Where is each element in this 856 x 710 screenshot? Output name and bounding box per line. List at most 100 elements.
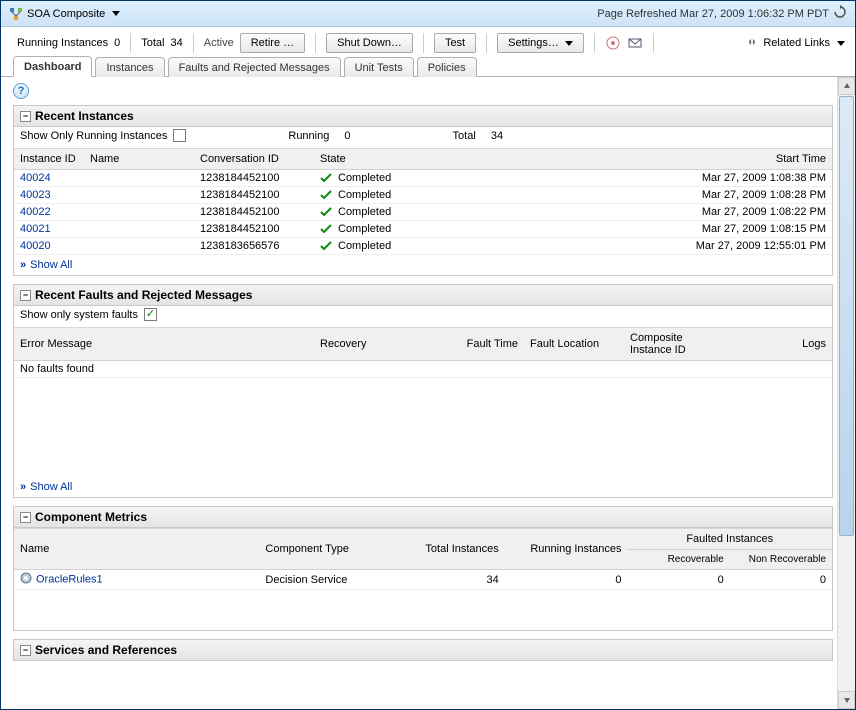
retire-button[interactable]: Retire … [240,33,305,53]
instance-id-link[interactable]: 40023 [20,189,51,201]
table-row: OracleRules1Decision Service34000 [14,570,832,590]
services-references-section: − Services and References [13,639,833,661]
check-ok-icon [320,189,332,201]
component-metrics-title: Component Metrics [35,510,147,524]
app-title-menu-icon[interactable] [112,11,120,16]
total-label: Total [453,130,476,142]
show-all-label: Show All [30,481,72,493]
state-text: Completed [338,223,391,235]
col-cm-total[interactable]: Total Instances [392,529,504,570]
state-text: Completed [338,172,391,184]
instance-name [84,221,194,238]
col-state[interactable]: State [314,149,464,170]
total-label: Total [141,37,164,49]
col-instance-id[interactable]: Instance ID [14,149,84,170]
col-name[interactable]: Name [84,149,194,170]
settings-button[interactable]: Settings… [497,33,584,53]
tab-unit-tests[interactable]: Unit Tests [344,57,414,77]
col-fault-time[interactable]: Fault Time [424,328,524,361]
state-text: Completed [338,206,391,218]
recent-instances-table: Instance ID Name Conversation ID State S… [14,148,832,255]
tab-instances[interactable]: Instances [95,57,164,77]
conversation-id: 1238184452100 [194,170,314,187]
vertical-scrollbar[interactable] [837,77,855,709]
tab-faults[interactable]: Faults and Rejected Messages [168,57,341,77]
instance-id-link[interactable]: 40021 [20,223,51,235]
start-time: Mar 27, 2009 12:55:01 PM [464,238,832,255]
scroll-down-arrow[interactable] [838,691,855,709]
test-button[interactable]: Test [434,33,476,53]
col-cm-faulted[interactable]: Faulted Instances [627,529,832,550]
running-instances-value: 0 [114,37,120,49]
col-logs[interactable]: Logs [724,328,832,361]
scrollbar-track[interactable] [838,537,855,691]
collapse-icon[interactable]: − [20,290,31,301]
table-row: 400231238184452100CompletedMar 27, 2009 … [14,187,832,204]
instance-name [84,170,194,187]
link-icon [745,35,759,52]
col-cm-name[interactable]: Name [14,529,259,570]
related-links-button[interactable]: Related Links [763,37,830,49]
col-error-message[interactable]: Error Message [14,328,314,361]
show-system-faults-checkbox[interactable] [144,308,157,321]
component-type: Decision Service [259,570,392,590]
col-cm-non-recoverable[interactable]: Non Recoverable [730,550,832,570]
state-text: Completed [338,189,391,201]
collapse-icon[interactable]: − [20,512,31,523]
show-only-running-label: Show Only Running Instances [20,130,167,142]
show-system-faults-label: Show only system faults [20,309,138,321]
non-recoverable: 0 [730,570,832,590]
running-value: 0 [344,130,350,142]
show-only-running-checkbox[interactable] [173,129,186,142]
collapse-icon[interactable]: − [20,645,31,656]
target-icon[interactable] [605,35,621,51]
col-conversation-id[interactable]: Conversation ID [194,149,314,170]
start-time: Mar 27, 2009 1:08:28 PM [464,187,832,204]
scrollbar-thumb[interactable] [839,96,854,536]
show-all-instances[interactable]: » Show All [14,255,832,275]
col-start-time[interactable]: Start Time [464,149,832,170]
email-icon[interactable] [627,35,643,51]
scroll-up-arrow[interactable] [838,77,855,95]
check-ok-icon [320,240,332,252]
show-all-faults[interactable]: » Show All [14,477,832,497]
table-row: 400221238184452100CompletedMar 27, 2009 … [14,204,832,221]
instance-id-link[interactable]: 40024 [20,172,51,184]
check-ok-icon [320,172,332,184]
start-time: Mar 27, 2009 1:08:38 PM [464,170,832,187]
component-link[interactable]: OracleRules1 [36,573,103,585]
instance-name [84,238,194,255]
shutdown-button[interactable]: Shut Down… [326,33,413,53]
col-cm-recoverable[interactable]: Recoverable [627,550,729,570]
action-bar: Running Instances 0 Total 34 Active Reti… [1,27,855,55]
tab-policies[interactable]: Policies [417,57,477,77]
col-recovery[interactable]: Recovery [314,328,424,361]
component-metrics-table: Name Component Type Total Instances Runn… [14,528,832,590]
col-fault-location[interactable]: Fault Location [524,328,624,361]
conversation-id: 1238183656576 [194,238,314,255]
app-title[interactable]: SOA Composite [27,8,105,20]
settings-button-label: Settings… [508,37,559,49]
component-metrics-section: − Component Metrics Name Component Type … [13,506,833,631]
tab-dashboard[interactable]: Dashboard [13,56,92,77]
tab-strip: Dashboard Instances Faults and Rejected … [1,55,855,77]
page-refresh-text: Page Refreshed Mar 27, 2009 1:06:32 PM P… [597,8,829,20]
total-value: 34 [171,37,183,49]
col-composite-instance-id[interactable]: Composite Instance ID [624,328,724,361]
instance-name [84,187,194,204]
instance-id-link[interactable]: 40022 [20,206,51,218]
check-ok-icon [320,206,332,218]
col-cm-running[interactable]: Running Instances [505,529,628,570]
chevron-down-icon[interactable] [837,41,845,46]
table-row: 400201238183656576CompletedMar 27, 2009 … [14,238,832,255]
help-icon[interactable]: ? [13,83,29,99]
check-ok-icon [320,223,332,235]
gear-icon [20,572,32,587]
refresh-icon[interactable] [833,5,847,22]
col-cm-component-type[interactable]: Component Type [259,529,392,570]
collapse-icon[interactable]: − [20,111,31,122]
instance-id-link[interactable]: 40020 [20,240,51,252]
services-references-title: Services and References [35,643,177,657]
running-instances-label: Running Instances [17,37,108,49]
start-time: Mar 27, 2009 1:08:22 PM [464,204,832,221]
